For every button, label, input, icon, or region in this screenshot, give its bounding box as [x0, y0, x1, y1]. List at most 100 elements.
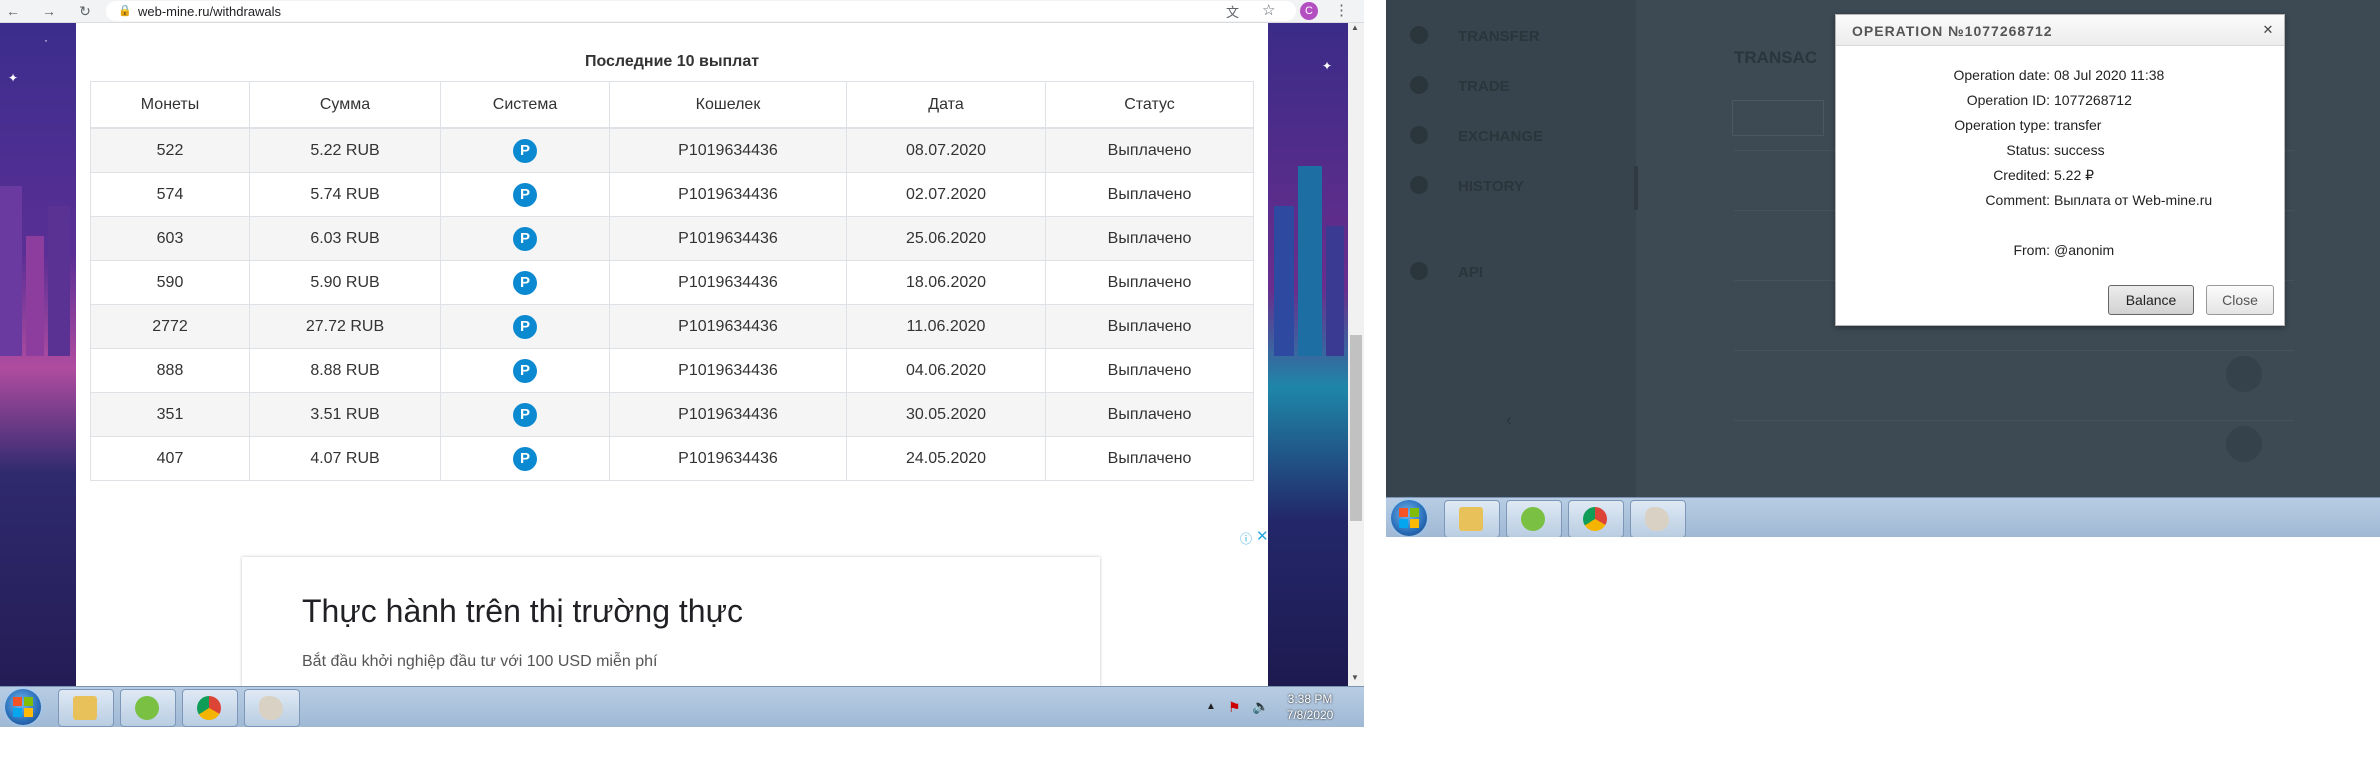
sidebar: TRANSFER TRADE EXCHANGE HISTORY API ‹	[1386, 0, 1638, 497]
cell-date: 18.06.2020	[846, 260, 1046, 305]
lock-icon: 🔒	[118, 5, 132, 17]
tray-expand-icon[interactable]: ▲	[1206, 701, 1216, 712]
folder-icon	[73, 696, 97, 720]
sidebar-item-api[interactable]: API	[1386, 252, 1636, 292]
cell-system: P	[440, 392, 610, 437]
payeer-system-icon: P	[513, 358, 537, 383]
credited-value: 5.22 ₽	[2054, 167, 2095, 183]
comment-value: Выплата от Web-mine.ru	[2054, 192, 2213, 208]
logo-tile	[24, 697, 33, 706]
cell-status: Выплачено	[1045, 260, 1254, 305]
sidebar-item-trade[interactable]: TRADE	[1386, 66, 1636, 106]
cell-status: Выплачено	[1045, 172, 1254, 217]
taskbar-chrome[interactable]	[1568, 500, 1624, 537]
content-panel: Последние 10 выплат Монеты Сумма Система…	[76, 23, 1269, 686]
balance-button[interactable]: Balance	[2108, 285, 2194, 315]
browser-screenshot: ← → ↻ 🔒 web-mine.ru/withdrawals 文 ☆ C ⋮ …	[0, 0, 1364, 727]
taskbar-green-app[interactable]	[1506, 500, 1562, 537]
cell-status: Выплачено	[1045, 348, 1254, 393]
dialog-header: OPERATION №1077268712 ✕	[1836, 15, 2284, 46]
cell-system: P	[440, 436, 610, 481]
folder-icon	[1459, 507, 1483, 531]
taskbar-paint[interactable]	[244, 689, 300, 727]
translate-icon[interactable]: 文	[1226, 2, 1239, 21]
export-button[interactable]	[1732, 100, 1824, 136]
background-decoration-left: ✦ ·	[0, 23, 76, 686]
building-shape	[26, 236, 44, 356]
sidebar-label: HISTORY	[1458, 178, 1524, 195]
scroll-down-icon[interactable]: ▼	[1351, 673, 1359, 682]
ad-title: Thực hành trên thị trường thực	[302, 593, 743, 629]
cell-status: Выплачено	[1045, 436, 1254, 481]
taskbar-paint[interactable]	[1630, 500, 1686, 537]
close-button[interactable]: Close	[2206, 285, 2274, 315]
cell-date: 30.05.2020	[846, 392, 1046, 437]
cell-date: 02.07.2020	[846, 172, 1046, 217]
table-divider	[1734, 420, 2294, 421]
cell-system: P	[440, 348, 610, 393]
ad-close-icon[interactable]: ✕	[1256, 527, 1269, 545]
logo-tile	[24, 708, 33, 717]
page-scrollbar[interactable]: ▲ ▼	[1348, 23, 1364, 686]
profile-avatar[interactable]: C	[1300, 2, 1318, 20]
sidebar-label: EXCHANGE	[1458, 128, 1544, 145]
forward-icon[interactable]: →	[40, 2, 58, 20]
scroll-thumb[interactable]	[1350, 335, 1362, 521]
cell-date: 11.06.2020	[846, 304, 1046, 349]
ad-info-icon[interactable]: ⓘ	[1240, 530, 1252, 547]
cell-date: 24.05.2020	[846, 436, 1046, 481]
page-viewport: ✦ · ✦ Последние 10 выплат Монеты Сумма С…	[0, 23, 1348, 686]
cell-wallet: P1019634436	[609, 304, 847, 349]
sidebar-item-history[interactable]: HISTORY	[1386, 166, 1636, 206]
cell-status: Выплачено	[1045, 127, 1254, 173]
system-clock[interactable]: 3:38 PM 7/8/2020	[1270, 691, 1350, 723]
table-row: 590 5.90 RUB P P1019634436 18.06.2020 Выплаче…	[90, 260, 1254, 305]
bookmark-star-icon[interactable]: ☆	[1262, 1, 1275, 19]
cell-amount: 5.22 RUB	[249, 127, 441, 173]
table-row: 603 6.03 RUB P P1019634436 25.06.2020 Выплаче…	[90, 216, 1254, 261]
column-header-date: Дата	[846, 81, 1046, 129]
sidebar-label: API	[1458, 264, 1484, 281]
payment-app-screenshot: TRANSFER TRADE EXCHANGE HISTORY API ‹ TR…	[1386, 0, 2380, 537]
cart-icon	[1410, 76, 1428, 94]
cell-system: P	[440, 216, 610, 261]
volume-icon[interactable]: 🔈	[1252, 698, 1269, 715]
table-row: 2772 27.72 RUB P P1019634436 11.06.2020 Выпла…	[90, 304, 1254, 349]
start-button[interactable]	[1391, 500, 1427, 536]
action-center-flag-icon[interactable]: ⚑	[1228, 699, 1241, 716]
address-bar[interactable]: 🔒 web-mine.ru/withdrawals	[106, 1, 1296, 21]
start-button[interactable]	[5, 689, 41, 725]
browser-menu-icon[interactable]: ⋮	[1334, 1, 1349, 19]
ad-banner[interactable]: Thực hành trên thị trường thực Bắt đầu k…	[242, 557, 1100, 686]
dialog-title: OPERATION №1077268712	[1852, 23, 2053, 39]
building-shape	[48, 206, 70, 356]
cell-amount: 3.51 RUB	[249, 392, 441, 437]
cell-coins: 590	[90, 260, 250, 305]
cell-system: P	[440, 260, 610, 305]
sidebar-item-transfer[interactable]: TRANSFER	[1386, 16, 1636, 56]
back-icon[interactable]: ←	[4, 2, 22, 20]
cell-coins: 888	[90, 348, 250, 393]
page-heading: TRANSAC	[1734, 48, 1818, 67]
cell-status: Выплачено	[1045, 304, 1254, 349]
payeer-system-icon: P	[513, 138, 537, 163]
close-icon[interactable]: ✕	[2260, 22, 2276, 38]
column-header-amount: Сумма	[249, 81, 441, 129]
avatar	[2226, 356, 2262, 392]
taskbar-file-explorer[interactable]	[1444, 500, 1500, 537]
cell-wallet: P1019634436	[609, 436, 847, 481]
taskbar-green-app[interactable]	[120, 689, 176, 727]
taskbar-file-explorer[interactable]	[58, 689, 114, 727]
building-shape	[1298, 166, 1322, 356]
sidebar-item-exchange[interactable]: EXCHANGE	[1386, 116, 1636, 156]
clock-time: 3:38 PM	[1287, 692, 1333, 706]
cell-wallet: P1019634436	[609, 392, 847, 437]
taskbar-chrome[interactable]	[182, 689, 238, 727]
table-divider	[1734, 350, 2294, 351]
logo-tile	[1410, 508, 1419, 517]
chevron-left-icon[interactable]: ‹	[1506, 410, 1512, 431]
column-header-coins: Монеты	[90, 81, 250, 129]
column-header-system: Система	[440, 81, 610, 129]
reload-icon[interactable]: ↻	[76, 2, 94, 20]
scroll-up-icon[interactable]: ▲	[1351, 23, 1359, 32]
